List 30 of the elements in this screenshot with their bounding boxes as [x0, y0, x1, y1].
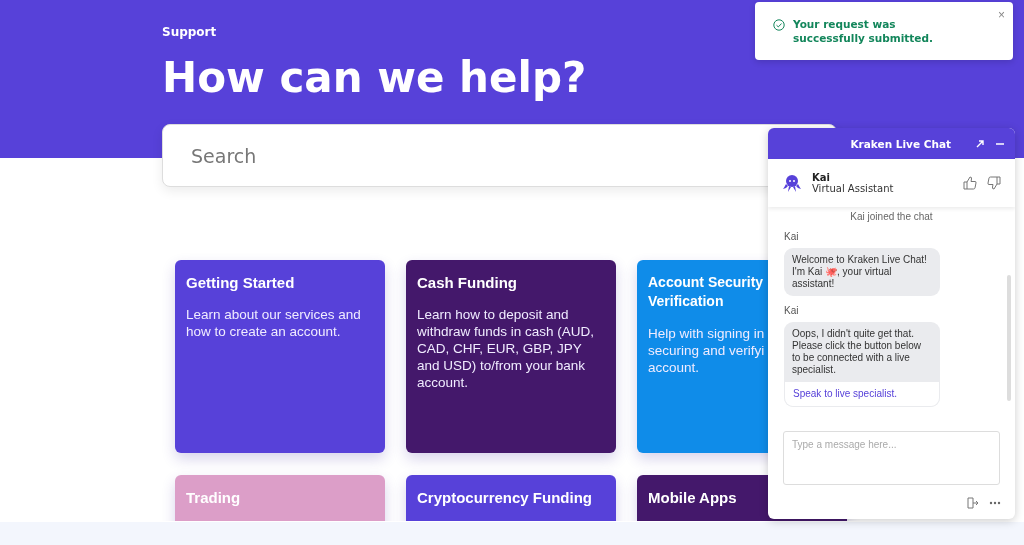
card-description: Learn about our services and how to create an account.	[186, 306, 362, 340]
card-description: Learn how to deposit and withdraw funds in cash (AUD, CAD, CHF, EUR, GBP, JPY and USD) to/from your bank account.	[417, 306, 596, 391]
status-message: Kai joined the chat	[850, 211, 933, 222]
check-circle-icon	[773, 19, 785, 31]
message-input[interactable]: Type a message here...	[783, 431, 1000, 485]
chat-title: Kraken Live Chat	[850, 137, 951, 150]
octopus-avatar-icon	[782, 173, 802, 193]
agent-name: Kai	[812, 172, 830, 183]
expand-button[interactable]	[975, 138, 985, 149]
card-title: Account Security Verification	[648, 273, 765, 311]
card-title: Trading	[186, 488, 241, 507]
exit-button[interactable]	[967, 497, 979, 509]
thumbs-up-button[interactable]	[963, 176, 977, 190]
category-card[interactable]: Cash Funding Learn how to deposit and withdraw funds in cash (AUD, CAD, CHF, EUR, GBP, JPY and USD) to/from your bank account.	[406, 260, 616, 453]
card-title: Cash Funding	[417, 273, 517, 292]
card-title: Mobile Apps	[648, 488, 737, 507]
card-description: Help with signing in securing and verifyi account.	[648, 325, 766, 376]
sender-name: Kai	[784, 231, 799, 242]
expand-icon	[975, 138, 985, 149]
close-button[interactable]: ×	[998, 8, 1005, 22]
page-heading: How can we help?	[162, 53, 587, 102]
card-title: Getting Started	[186, 273, 295, 292]
toast-message: Your request was successfully submitted.	[793, 17, 934, 45]
category-card[interactable]: Getting Started Learn about our services and how to create an account.	[175, 260, 385, 453]
card-title: Cryptocurrency Funding	[417, 488, 592, 507]
section-label: Support	[162, 25, 217, 39]
category-card[interactable]: Cryptocurrency Funding	[406, 475, 616, 521]
specialist-link[interactable]: Speak to live specialist.	[784, 382, 940, 407]
thumbs-down-button[interactable]	[987, 176, 1001, 190]
sender-name: Kai	[784, 305, 799, 316]
